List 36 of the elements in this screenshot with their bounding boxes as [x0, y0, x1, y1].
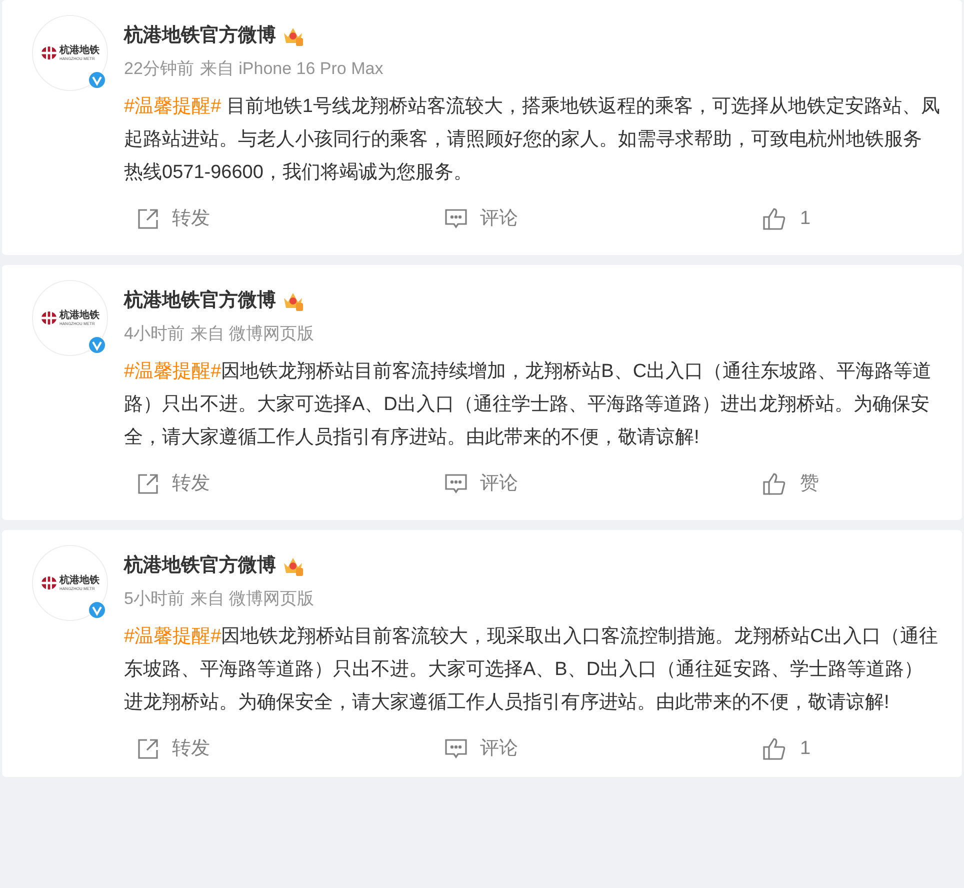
metro-logo-icon	[40, 576, 56, 590]
comment-icon	[444, 472, 468, 496]
post-text: #温馨提醒#因地铁龙翔桥站目前客流持续增加，龙翔桥站B、C出入口（通往东坡路、平海路等道路）只出不进。大家可选择A、D出入口（通往学士路、平海路等道路）进出龙翔桥站。为确保安全，请大家遵循工作人员指引有序进站。由此带来的不便，敬请谅解!	[124, 360, 933, 450]
author-name[interactable]: 杭港地铁官方微博	[124, 554, 276, 578]
post-text: #温馨提醒# 目前地铁1号线龙翔桥站客流较大，搭乘地铁返程的乘客，可选择从地铁定安路站、凤起路站进站。与老人小孩同行的乘客，请照顾好您的家人。如需寻求帮助，可致电杭州地铁服务热线0571-96600，我们将竭诚为您服务。	[124, 95, 940, 185]
author-name[interactable]: 杭港地铁官方微博	[124, 24, 276, 48]
like-button[interactable]: 1	[762, 204, 811, 234]
share-icon	[136, 472, 160, 496]
post-source: 来自 微博网页版	[190, 323, 314, 345]
post-source: 来自 微博网页版	[190, 588, 314, 610]
logo-name: 杭港地铁	[60, 45, 100, 56]
comment-button[interactable]: 评论	[444, 470, 762, 498]
thumbs-up-icon	[762, 207, 786, 231]
comment-icon	[444, 207, 468, 231]
comment-button[interactable]: 评论	[444, 734, 762, 764]
comment-icon	[444, 737, 468, 761]
repost-button[interactable]: 转发	[136, 734, 444, 764]
share-icon	[136, 207, 160, 231]
like-button[interactable]: 1	[762, 734, 811, 764]
post-time[interactable]: 4小时前	[124, 323, 184, 345]
post-time[interactable]: 22分钟前	[124, 58, 194, 80]
thumbs-up-icon	[762, 472, 786, 496]
like-button[interactable]: 赞	[762, 470, 819, 498]
post-text: #温馨提醒#因地铁龙翔桥站目前客流较大，现采取出入口客流控制措施。龙翔桥站C出入口（通往东坡路、平海路等道路）只出不进。大家可选择A、B、D出入口（通往延安路、学士路等道路）进龙翔桥站。为确保安全，请大家遵循工作人员指引有序进站。由此带来的不便，敬请谅解!	[124, 625, 939, 715]
author-name[interactable]: 杭港地铁官方微博	[124, 289, 276, 313]
thumbs-up-icon	[762, 737, 786, 761]
comment-button[interactable]: 评论	[444, 204, 762, 234]
logo-name: 杭港地铁	[60, 575, 100, 586]
repost-button[interactable]: 转发	[136, 470, 444, 498]
metro-logo-icon	[40, 311, 56, 325]
metro-logo-icon	[40, 46, 56, 60]
post-source: 来自 iPhone 16 Pro Max	[200, 58, 384, 80]
logo-name: 杭港地铁	[60, 310, 100, 321]
share-icon	[136, 737, 160, 761]
post-time[interactable]: 5小时前	[124, 588, 184, 610]
repost-button[interactable]: 转发	[136, 204, 444, 234]
